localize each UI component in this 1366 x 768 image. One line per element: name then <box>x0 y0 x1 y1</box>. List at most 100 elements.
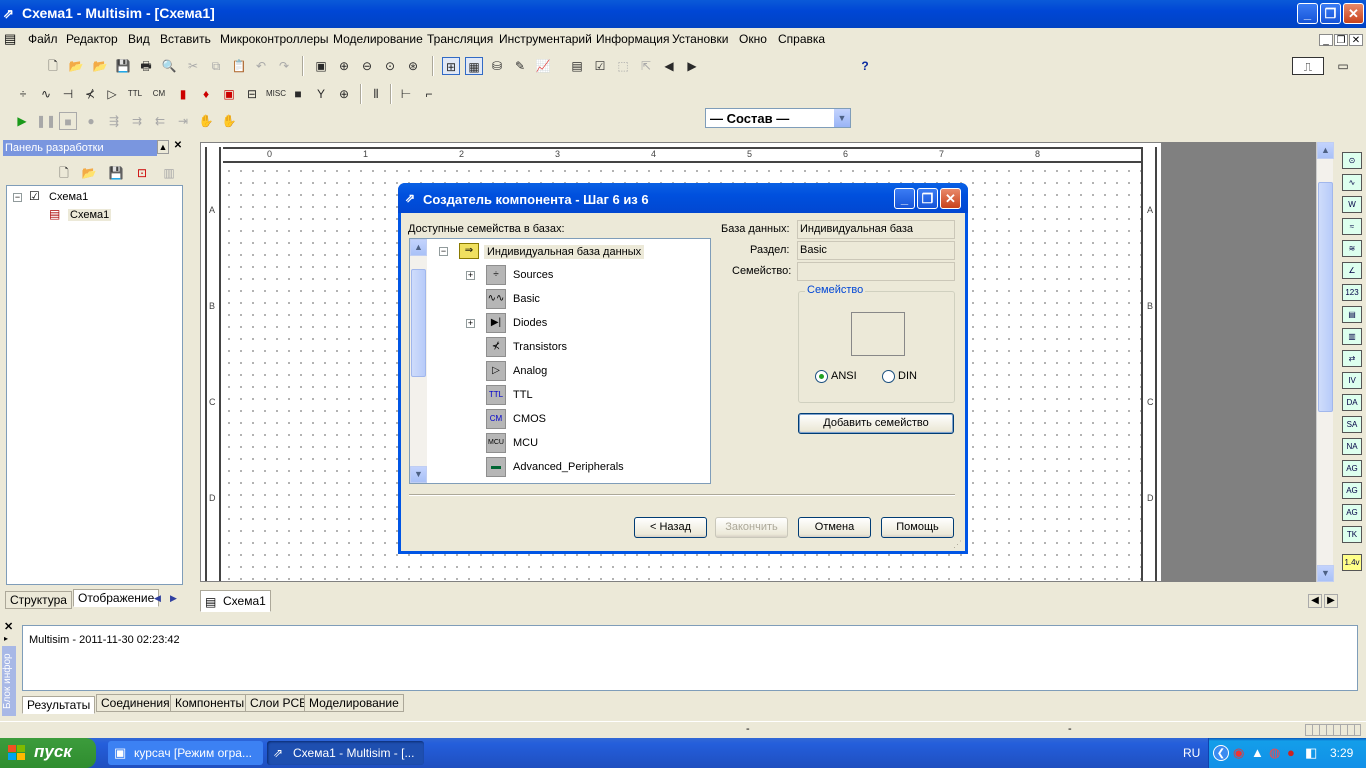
print-icon[interactable]: 🖶 <box>137 57 155 75</box>
indicator-icon[interactable]: ▣ <box>220 85 238 103</box>
close-file-icon[interactable]: ⊡ <box>133 164 151 182</box>
minimize-button[interactable]: _ <box>1297 3 1318 24</box>
oscilloscope-icon[interactable]: ≈ <box>1342 218 1362 235</box>
tree-root[interactable]: Индивидуальная база данных <box>484 245 645 259</box>
run-icon[interactable]: ▶ <box>13 112 31 130</box>
cancel-button[interactable]: Отмена <box>798 517 871 538</box>
zoom-fit-icon[interactable]: ⊛ <box>404 57 422 75</box>
cut-icon[interactable]: ✂ <box>184 57 202 75</box>
step-into-icon[interactable]: ⇶ <box>105 112 123 130</box>
radio-din[interactable] <box>882 370 895 383</box>
help-button[interactable]: Помощь <box>881 517 954 538</box>
scroll-down-icon[interactable]: ▼ <box>410 466 427 483</box>
zoom-in-icon[interactable]: ⊕ <box>335 57 353 75</box>
step-out-icon[interactable]: ⇇ <box>151 112 169 130</box>
tree-item[interactable]: TTL <box>513 389 533 401</box>
scroll-up-icon[interactable]: ▲ <box>410 239 427 256</box>
mdi-restore-button[interactable]: ❐ <box>1334 34 1348 46</box>
capture-area-icon[interactable]: ⬚ <box>614 57 632 75</box>
tree-child[interactable]: Схема1 <box>68 209 112 221</box>
logic-analyzer-icon[interactable]: ▥ <box>1342 328 1362 345</box>
instrument-icon[interactable]: ⎍ <box>1292 57 1324 75</box>
tree-expander[interactable]: + <box>466 271 475 280</box>
tab-results[interactable]: Результаты <box>22 696 96 714</box>
tab-nets[interactable]: Соединения <box>96 694 175 712</box>
menu-transfer[interactable]: Трансляция <box>427 32 493 46</box>
menu-tools[interactable]: Инструментарий <box>499 32 592 46</box>
tree-item[interactable]: Analog <box>513 365 547 377</box>
language-indicator[interactable]: RU <box>1183 746 1200 760</box>
radio-din-label[interactable]: DIN <box>898 370 917 382</box>
chevron-down-icon[interactable]: ▼ <box>833 109 850 127</box>
peripherals-icon[interactable]: ■ <box>289 85 307 103</box>
menu-window[interactable]: Окно <box>739 32 767 46</box>
tree-item[interactable]: Diodes <box>513 317 547 329</box>
clock[interactable]: 3:29 <box>1330 746 1353 760</box>
network-analyzer-icon[interactable]: NA <box>1342 438 1362 455</box>
close-button[interactable]: ✕ <box>1343 3 1364 24</box>
remove-breakpoints-icon[interactable]: ✋ <box>220 112 238 130</box>
zoom-area-icon[interactable]: ⊙ <box>381 57 399 75</box>
add-family-button[interactable]: Добавить семейство <box>798 413 954 434</box>
erc-icon[interactable]: ☑ <box>591 57 609 75</box>
tree-root[interactable]: Схема1 <box>49 191 88 203</box>
close-icon[interactable]: ✕ <box>172 140 184 154</box>
scrollbar-thumb[interactable] <box>1318 182 1333 412</box>
cmos-icon[interactable]: CM <box>150 85 168 103</box>
tab-hierarchy[interactable]: Структура <box>5 591 72 609</box>
undo-icon[interactable]: ↶ <box>252 57 270 75</box>
checkbox-icon[interactable]: ☑ <box>29 189 40 203</box>
tab-scroll-right-icon[interactable]: ▶ <box>170 593 177 604</box>
tray-app-icon[interactable]: ● <box>1287 745 1295 760</box>
wattmeter-icon[interactable]: W <box>1342 196 1362 213</box>
menu-options[interactable]: Установки <box>672 32 728 46</box>
tray-app-icon[interactable]: ▲ <box>1251 745 1264 760</box>
menu-view[interactable]: Вид <box>128 32 150 46</box>
frequency-counter-icon[interactable]: 123 <box>1342 284 1362 301</box>
mixed-icon[interactable]: ♦ <box>197 85 215 103</box>
tab-scroll-left-icon[interactable]: ◀ <box>154 593 161 604</box>
redo-icon[interactable]: ↷ <box>275 57 293 75</box>
tree-item[interactable]: Transistors <box>513 341 567 353</box>
four-channel-scope-icon[interactable]: ≋ <box>1342 240 1362 257</box>
menu-microcontrollers[interactable]: Микроконтроллеры <box>220 32 329 46</box>
mdi-minimize-button[interactable]: _ <box>1319 34 1333 46</box>
radio-ansi-label[interactable]: ANSI <box>831 370 857 382</box>
open-icon[interactable]: 📂 <box>80 164 98 182</box>
scroll-up-icon[interactable]: ▲ <box>1317 142 1334 159</box>
dialog-minimize-button[interactable]: _ <box>894 188 915 209</box>
agilent-generator-icon[interactable]: AG <box>1342 460 1362 477</box>
diode-icon[interactable]: ⊣ <box>59 85 77 103</box>
menu-simulation[interactable]: Моделирование <box>333 32 423 46</box>
rename-icon[interactable]: ▥ <box>160 164 178 182</box>
print-preview-icon[interactable]: 🔍 <box>160 57 178 75</box>
stop-icon[interactable]: ■ <box>59 112 77 130</box>
analog-icon[interactable]: ▷ <box>103 85 121 103</box>
pin-icon[interactable]: ▸ <box>4 634 8 643</box>
ttl-icon[interactable]: TTL <box>126 85 144 103</box>
forward-annotate-icon[interactable]: ▶ <box>683 57 701 75</box>
tree-item[interactable]: Sources <box>513 269 553 281</box>
tree-expander[interactable]: − <box>13 193 22 202</box>
source-icon[interactable]: ÷ <box>14 85 32 103</box>
back-annotate-icon[interactable]: ◀ <box>660 57 678 75</box>
radio-ansi[interactable] <box>815 370 828 383</box>
taskbar-item-word[interactable]: ▣ курсач [Режим огра... <box>108 741 263 765</box>
run-to-cursor-icon[interactable]: ⇥ <box>174 112 192 130</box>
component-wizard-icon[interactable]: ✎ <box>511 57 529 75</box>
breakpoint-icon[interactable]: ● <box>82 112 100 130</box>
scroll-down-icon[interactable]: ▼ <box>1317 565 1334 582</box>
toolbar-grip-icon[interactable]: ▭ <box>1330 57 1356 75</box>
spectrum-analyzer-icon[interactable]: SA <box>1342 416 1362 433</box>
function-generator-icon[interactable]: ∿ <box>1342 174 1362 191</box>
mdi-close-button[interactable]: ✕ <box>1349 34 1363 46</box>
maximize-button[interactable]: ❐ <box>1320 3 1341 24</box>
database-manager-icon[interactable]: ⛁ <box>488 57 506 75</box>
taskbar-item-multisim[interactable]: ⇗ Схема1 - Multisim - [... <box>267 741 424 765</box>
misc-icon[interactable]: MISC <box>266 85 286 103</box>
design-toolbox-icon[interactable]: ⊞ <box>442 57 460 75</box>
antivirus-icon[interactable]: ◍ <box>1269 745 1280 761</box>
scrollbar-thumb[interactable] <box>411 269 426 377</box>
tab-components[interactable]: Компоненты <box>170 694 250 712</box>
rf-icon[interactable]: Y <box>312 85 330 103</box>
